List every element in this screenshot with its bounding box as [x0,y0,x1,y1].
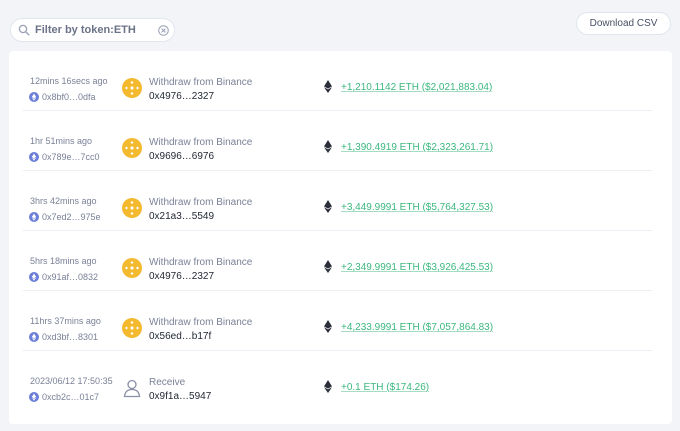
transaction-row[interactable]: 12mins 16secs ago 0x8bf0…0dfa Withdraw f… [9,51,672,111]
binance-icon [122,258,142,278]
transaction-row[interactable]: 1hr 51mins ago 0x789e…7cc0 Withdraw from… [9,111,672,171]
transaction-time: 12mins 16secs ago [30,76,108,86]
transaction-time: 1hr 51mins ago [30,136,93,146]
transaction-row[interactable]: 11hrs 37mins ago 0xd3bf…8301 Withdraw fr… [9,291,672,351]
counterparty-address[interactable]: 0x56ed…b17f [149,331,211,342]
account[interactable]: 0x7ed2…975e [29,211,101,223]
clear-search-icon[interactable] [158,25,169,36]
transaction-amount[interactable]: +2,349.9991 ETH ($3,926,425.53) [341,262,493,273]
account-address: 0xcb2c…01c7 [42,392,100,402]
counterparty-address[interactable]: 0x21a3…5549 [149,211,214,222]
binance-icon [122,138,142,158]
transaction-time: 2023/06/12 17:50:35 [30,376,113,386]
transaction-time: 5hrs 18mins ago [30,256,97,266]
ethereum-icon [324,380,332,393]
account-address: 0x789e…7cc0 [42,152,100,162]
ethereum-icon [324,140,332,153]
transaction-row[interactable]: 2023/06/12 17:50:35 0xcb2c…01c7 Receive … [9,351,672,411]
account[interactable]: 0x789e…7cc0 [29,151,100,163]
transaction-amount[interactable]: +1,390.4919 ETH ($2,323,261.71) [341,142,493,153]
ethereum-badge-icon [29,272,39,282]
transaction-amount[interactable]: +1,210.1142 ETH ($2,021,883.04) [341,82,492,93]
ethereum-icon [324,200,332,213]
download-csv-button[interactable]: Download CSV [576,12,671,35]
transaction-type: Withdraw from Binance [149,317,253,328]
transaction-type: Receive [149,377,186,388]
ethereum-badge-icon [29,212,39,222]
ethereum-icon [324,320,332,333]
counterparty-address[interactable]: 0x9696…6976 [149,151,214,162]
ethereum-badge-icon [29,92,39,102]
counterparty-address[interactable]: 0x9f1a…5947 [149,391,211,402]
ethereum-badge-icon [29,152,39,162]
transaction-time: 11hrs 37mins ago [30,316,101,326]
ethereum-badge-icon [29,392,39,402]
transaction-amount[interactable]: +0.1 ETH ($174.26) [341,382,429,393]
account[interactable]: 0x91af…0832 [29,271,98,283]
account[interactable]: 0x8bf0…0dfa [29,91,96,103]
transaction-time: 3hrs 42mins ago [30,196,97,206]
account-address: 0x7ed2…975e [42,212,101,222]
ethereum-icon [324,260,332,273]
search-input[interactable]: Filter by token:ETH [10,18,175,42]
account-address: 0x91af…0832 [42,272,99,282]
transaction-type: Withdraw from Binance [149,197,253,208]
counterparty-address[interactable]: 0x4976…2327 [149,271,214,282]
account[interactable]: 0xd3bf…8301 [29,331,98,343]
search-icon [18,24,30,36]
transaction-list: 12mins 16secs ago 0x8bf0…0dfa Withdraw f… [9,51,672,424]
binance-icon [122,318,142,338]
transaction-amount[interactable]: +4,233.9991 ETH ($7,057,864.83) [341,322,493,333]
transaction-type: Withdraw from Binance [149,257,253,268]
account[interactable]: 0xcb2c…01c7 [29,391,99,403]
transaction-amount[interactable]: +3,449.9991 ETH ($5,764,327.53) [341,202,493,213]
transaction-type: Withdraw from Binance [149,77,253,88]
transaction-row[interactable]: 5hrs 18mins ago 0x91af…0832 Withdraw fro… [9,231,672,291]
ethereum-badge-icon [29,332,39,342]
counterparty-address[interactable]: 0x4976…2327 [149,91,214,102]
binance-icon [122,198,142,218]
search-value: Filter by token:ETH [35,24,136,36]
transaction-row[interactable]: 3hrs 42mins ago 0x7ed2…975e Withdraw fro… [9,171,672,231]
toolbar: Filter by token:ETH Download CSV [0,0,680,50]
transaction-type: Withdraw from Binance [149,137,253,148]
person-icon [123,379,141,398]
account-address: 0xd3bf…8301 [42,332,99,342]
binance-icon [122,78,142,98]
account-address: 0x8bf0…0dfa [42,92,96,102]
ethereum-icon [324,80,332,93]
